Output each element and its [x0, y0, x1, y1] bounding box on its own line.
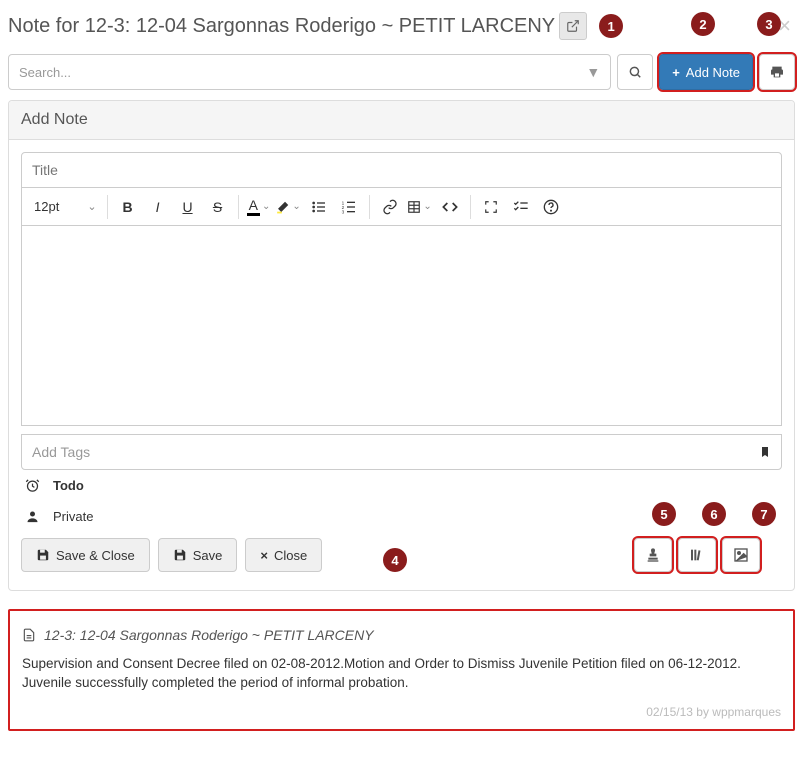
popout-icon	[566, 19, 580, 33]
popout-button[interactable]	[559, 12, 587, 40]
checklist-button[interactable]	[507, 193, 535, 221]
library-button[interactable]	[678, 538, 716, 572]
underline-button[interactable]: U	[174, 193, 202, 221]
existing-note-title: 12-3: 12-04 Sargonnas Roderigo ~ PETIT L…	[44, 627, 374, 643]
stamp-icon	[645, 547, 661, 563]
save-close-button[interactable]: Save & Close	[21, 538, 150, 572]
highlight-button[interactable]: ⌄	[275, 193, 303, 221]
image-button[interactable]	[722, 538, 760, 572]
callout-1: 1	[599, 14, 623, 38]
modal-header: Note for 12-3: 12-04 Sargonnas Roderigo …	[8, 8, 795, 52]
strikethrough-button[interactable]: S	[204, 193, 232, 221]
bullet-list-button[interactable]	[305, 193, 333, 221]
modal-title: Note for 12-3: 12-04 Sargonnas Roderigo …	[8, 15, 555, 38]
library-icon	[689, 547, 705, 563]
add-note-button[interactable]: + Add Note	[659, 54, 753, 90]
svg-text:3: 3	[341, 209, 344, 214]
separator	[238, 195, 239, 219]
save-icon	[173, 548, 187, 562]
bullet-list-icon	[311, 199, 327, 215]
table-button[interactable]: ⌄	[406, 193, 434, 221]
code-icon	[442, 199, 458, 215]
separator	[470, 195, 471, 219]
existing-note-body: Supervision and Consent Decree filed on …	[22, 655, 781, 693]
note-icon	[22, 627, 36, 643]
save-button[interactable]: Save	[158, 538, 238, 572]
alarm-icon	[25, 478, 43, 493]
text-color-button[interactable]: A⌄	[245, 193, 273, 221]
checklist-icon	[513, 199, 529, 215]
fullscreen-button[interactable]	[477, 193, 505, 221]
fullscreen-icon	[484, 200, 498, 214]
private-label: Private	[53, 509, 93, 524]
table-icon	[407, 200, 421, 214]
callout-5: 5	[652, 502, 676, 526]
search-placeholder: Search...	[19, 65, 71, 80]
caret-down-icon: ▼	[586, 64, 600, 80]
save-icon	[36, 548, 50, 562]
private-icon	[25, 509, 43, 524]
add-note-panel: Add Note 12pt⌄ B I U S A⌄ ⌄ 123 ⌄	[8, 100, 795, 591]
search-icon	[628, 65, 642, 79]
chevron-down-icon: ⌄	[87, 200, 96, 213]
code-button[interactable]	[436, 193, 464, 221]
callout-6: 6	[702, 502, 726, 526]
editor-toolbar: 12pt⌄ B I U S A⌄ ⌄ 123 ⌄	[21, 188, 782, 226]
separator	[107, 195, 108, 219]
italic-button[interactable]: I	[144, 193, 172, 221]
search-button[interactable]	[617, 54, 653, 90]
print-icon	[769, 64, 785, 80]
callout-3: 3	[757, 12, 781, 36]
help-icon	[543, 199, 559, 215]
number-list-icon: 123	[341, 199, 357, 215]
number-list-button[interactable]: 123	[335, 193, 363, 221]
callout-4: 4	[383, 548, 407, 572]
note-title-input[interactable]	[21, 152, 782, 188]
plus-icon: +	[672, 65, 680, 80]
callout-2: 2	[691, 12, 715, 36]
font-size-select[interactable]: 12pt⌄	[26, 193, 101, 221]
print-button[interactable]	[759, 54, 795, 90]
top-toolbar: Search... ▼ + Add Note 2 3	[8, 52, 795, 92]
bookmark-icon	[759, 444, 771, 460]
highlight-icon	[276, 200, 290, 214]
tags-input[interactable]: Add Tags	[21, 434, 782, 470]
todo-label: Todo	[53, 478, 84, 493]
help-button[interactable]	[537, 193, 565, 221]
existing-note-meta: 02/15/13 by wppmarques	[22, 705, 781, 719]
stamp-button[interactable]	[634, 538, 672, 572]
existing-note: 12-3: 12-04 Sargonnas Roderigo ~ PETIT L…	[8, 609, 795, 731]
editor-body[interactable]	[21, 226, 782, 426]
close-button[interactable]: × Close	[245, 538, 322, 572]
callout-7: 7	[752, 502, 776, 526]
link-button[interactable]	[376, 193, 404, 221]
separator	[369, 195, 370, 219]
tags-placeholder: Add Tags	[32, 444, 90, 460]
bold-button[interactable]: B	[114, 193, 142, 221]
todo-toggle[interactable]: Todo	[21, 470, 782, 501]
image-icon	[733, 547, 749, 563]
add-note-label: Add Note	[686, 65, 740, 80]
search-combo[interactable]: Search... ▼	[8, 54, 611, 90]
link-icon	[382, 199, 398, 215]
close-icon: ×	[260, 548, 268, 563]
panel-title: Add Note	[9, 101, 794, 140]
button-row: Save & Close Save × Close 4 5 6 7	[21, 532, 782, 578]
